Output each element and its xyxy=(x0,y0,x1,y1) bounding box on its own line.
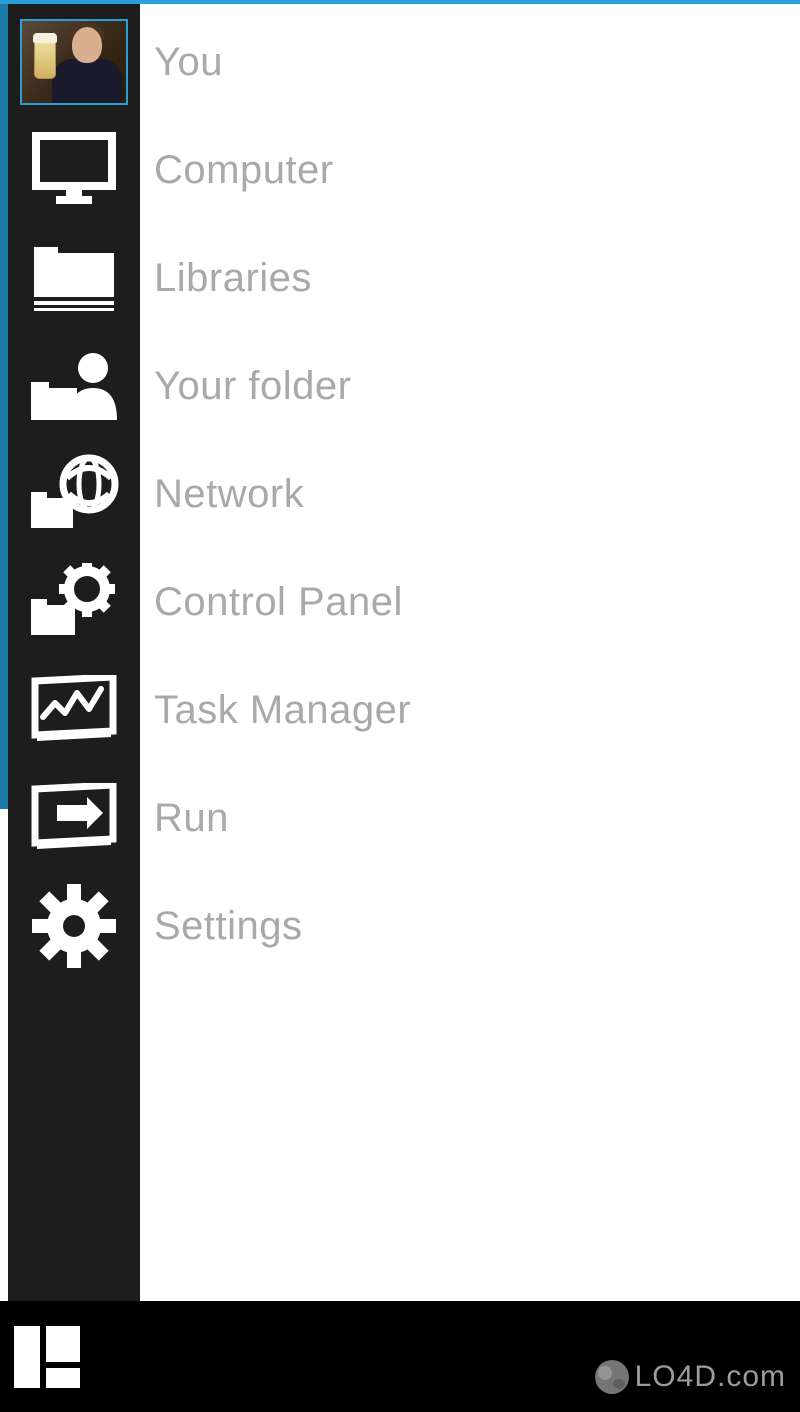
menu-item-you[interactable]: You xyxy=(140,8,800,116)
libraries-icon xyxy=(30,245,118,311)
window-left-border xyxy=(0,4,8,809)
menu-item-label: Libraries xyxy=(154,256,312,301)
menu-item-label: Settings xyxy=(154,904,303,949)
start-menu-panel: You Computer Libraries Your folder Netwo… xyxy=(8,4,800,1301)
menu-item-label: Run xyxy=(154,796,229,841)
taskbar[interactable]: LO4D.com xyxy=(0,1301,800,1412)
watermark-text: LO4D.com xyxy=(635,1360,786,1394)
menu-item-label: You xyxy=(154,40,223,85)
start-tiles-icon xyxy=(46,1368,80,1388)
globe-icon xyxy=(595,1360,629,1394)
menu-item-label: Your folder xyxy=(154,364,352,409)
task-manager-icon xyxy=(29,675,119,745)
sidebar-item-task-manager[interactable] xyxy=(8,656,140,764)
sidebar-item-run[interactable] xyxy=(8,764,140,872)
menu-item-label: Control Panel xyxy=(154,580,403,625)
menu-labels: You Computer Libraries Your folder Netwo… xyxy=(140,4,800,1301)
menu-item-computer[interactable]: Computer xyxy=(140,116,800,224)
avatar[interactable] xyxy=(20,19,128,105)
sidebar-item-control-panel[interactable] xyxy=(8,548,140,656)
menu-item-run[interactable]: Run xyxy=(140,764,800,872)
start-button[interactable] xyxy=(14,1326,80,1388)
sidebar-item-network[interactable] xyxy=(8,440,140,548)
menu-item-libraries[interactable]: Libraries xyxy=(140,224,800,332)
network-icon xyxy=(29,454,119,534)
menu-item-control-panel[interactable]: Control Panel xyxy=(140,548,800,656)
sidebar-item-settings[interactable] xyxy=(8,872,140,980)
menu-item-settings[interactable]: Settings xyxy=(140,872,800,980)
control-panel-icon xyxy=(29,563,119,641)
computer-icon xyxy=(32,132,116,208)
settings-icon xyxy=(32,884,116,968)
sidebar-item-libraries[interactable] xyxy=(8,224,140,332)
sidebar-item-your-folder[interactable] xyxy=(8,332,140,440)
watermark: LO4D.com xyxy=(595,1360,786,1394)
menu-item-your-folder[interactable]: Your folder xyxy=(140,332,800,440)
menu-item-label: Network xyxy=(154,472,304,517)
user-folder-icon xyxy=(29,348,119,424)
start-tiles-icon xyxy=(46,1326,80,1362)
menu-item-network[interactable]: Network xyxy=(140,440,800,548)
menu-item-label: Task Manager xyxy=(154,688,411,733)
menu-item-task-manager[interactable]: Task Manager xyxy=(140,656,800,764)
start-tiles-icon xyxy=(14,1326,40,1388)
sidebar xyxy=(8,4,140,1301)
sidebar-item-computer[interactable] xyxy=(8,116,140,224)
sidebar-item-you[interactable] xyxy=(8,8,140,116)
run-icon xyxy=(29,783,119,853)
menu-item-label: Computer xyxy=(154,148,334,193)
